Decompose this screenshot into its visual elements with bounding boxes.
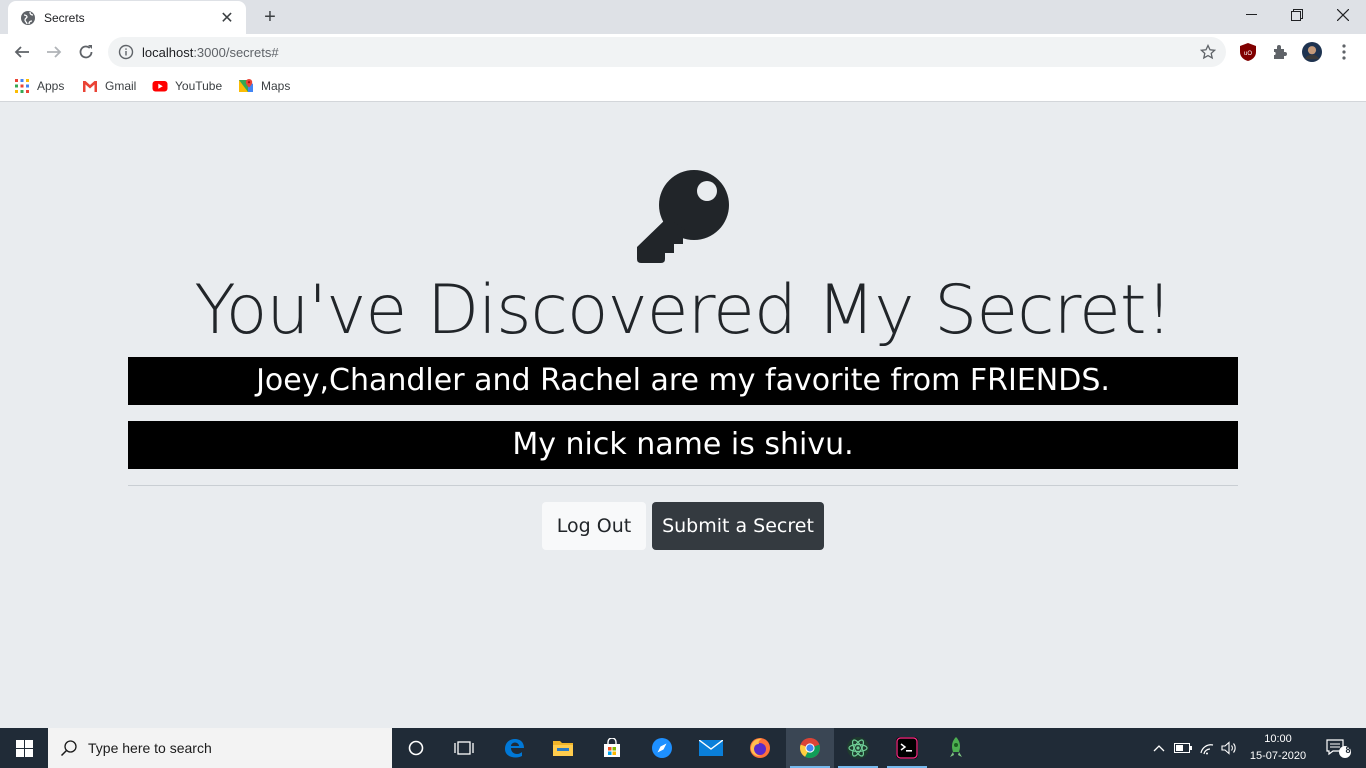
robo3t-icon[interactable] xyxy=(932,728,980,768)
close-window-icon[interactable] xyxy=(1320,0,1366,30)
compass-app-icon[interactable] xyxy=(638,728,686,768)
wifi-icon[interactable] xyxy=(1196,728,1218,768)
taskbar-search-input[interactable]: Type here to search xyxy=(48,728,392,768)
logout-button[interactable]: Log Out xyxy=(542,502,646,550)
windows-taskbar: Type here to search 10:00 15-07-2020 8 xyxy=(0,728,1366,768)
back-icon[interactable] xyxy=(8,38,36,66)
extensions-puzzle-icon[interactable] xyxy=(1270,42,1290,62)
url-path: :3000/secrets# xyxy=(193,44,279,60)
mail-icon[interactable] xyxy=(687,728,735,768)
task-view-icon[interactable] xyxy=(440,728,488,768)
profile-avatar[interactable] xyxy=(1302,42,1322,62)
site-info-icon[interactable] xyxy=(118,44,134,60)
clock-time: 10:00 xyxy=(1264,733,1292,745)
forward-icon[interactable] xyxy=(40,38,68,66)
bookmark-gmail[interactable]: Gmail xyxy=(82,76,136,96)
browser-titlebar: Secrets ✕ + xyxy=(0,0,1366,34)
key-icon xyxy=(637,170,729,263)
page-title: You've Discovered My Secret! xyxy=(194,271,1173,350)
store-icon[interactable] xyxy=(588,728,636,768)
bookmark-label: Maps xyxy=(261,79,291,93)
atom-icon[interactable] xyxy=(834,728,882,768)
clock-date: 15-07-2020 xyxy=(1249,750,1307,762)
bookmark-maps[interactable]: Maps xyxy=(238,76,290,96)
chrome-menu-icon[interactable] xyxy=(1334,42,1354,62)
show-hidden-icons-icon[interactable] xyxy=(1148,728,1170,768)
url-host: localhost xyxy=(142,44,194,60)
secret-item: Joey,Chandler and Rachel are my favorite… xyxy=(128,357,1238,405)
bookmark-youtube[interactable]: YouTube xyxy=(152,76,222,96)
browser-tab[interactable]: Secrets ✕ xyxy=(8,1,246,34)
bookmark-label: Gmail xyxy=(105,79,137,93)
bookmarks-bar: Apps Gmail YouTube Maps xyxy=(0,70,1366,102)
new-tab-icon[interactable]: + xyxy=(258,6,282,28)
volume-icon[interactable] xyxy=(1218,728,1240,768)
minimize-icon[interactable] xyxy=(1228,0,1274,30)
youtube-icon xyxy=(152,78,168,94)
bookmark-star-icon[interactable] xyxy=(1200,44,1216,60)
file-explorer-icon[interactable] xyxy=(539,728,587,768)
search-icon xyxy=(60,739,78,757)
bookmark-label: YouTube xyxy=(175,79,223,93)
address-bar[interactable]: localhost:3000/secrets# xyxy=(108,37,1226,67)
globe-icon xyxy=(20,10,36,26)
battery-icon[interactable] xyxy=(1172,728,1194,768)
taskbar-clock[interactable]: 10:00 15-07-2020 xyxy=(1244,731,1312,765)
restore-icon[interactable] xyxy=(1274,0,1320,30)
notifications-icon[interactable]: 8 xyxy=(1318,728,1358,768)
windows-start-icon[interactable] xyxy=(0,728,48,768)
bookmark-apps[interactable]: Apps xyxy=(14,76,64,96)
close-tab-icon[interactable]: ✕ xyxy=(218,9,236,27)
submit-secret-button[interactable]: Submit a Secret xyxy=(652,502,824,550)
bookmark-label: Apps xyxy=(37,79,65,93)
divider xyxy=(128,485,1238,486)
hyper-terminal-icon[interactable] xyxy=(883,728,931,768)
edge-icon[interactable] xyxy=(490,728,538,768)
apps-grid-icon xyxy=(14,78,30,94)
chrome-taskbar-icon[interactable] xyxy=(786,728,834,768)
notification-count: 8 xyxy=(1345,745,1351,755)
page-content: You've Discovered My Secret! Joey,Chandl… xyxy=(0,103,1366,728)
maps-icon xyxy=(238,78,254,94)
tab-title: Secrets xyxy=(44,10,85,25)
browser-toolbar: localhost:3000/secrets# uO xyxy=(0,34,1366,70)
cortana-icon[interactable] xyxy=(392,728,440,768)
ublock-icon[interactable]: uO xyxy=(1238,42,1258,62)
secret-item: My nick name is shivu. xyxy=(128,421,1238,469)
reload-icon[interactable] xyxy=(72,38,100,66)
svg-text:uO: uO xyxy=(1244,51,1252,57)
search-placeholder: Type here to search xyxy=(88,740,212,756)
gmail-icon xyxy=(82,78,98,94)
firefox-icon[interactable] xyxy=(736,728,784,768)
